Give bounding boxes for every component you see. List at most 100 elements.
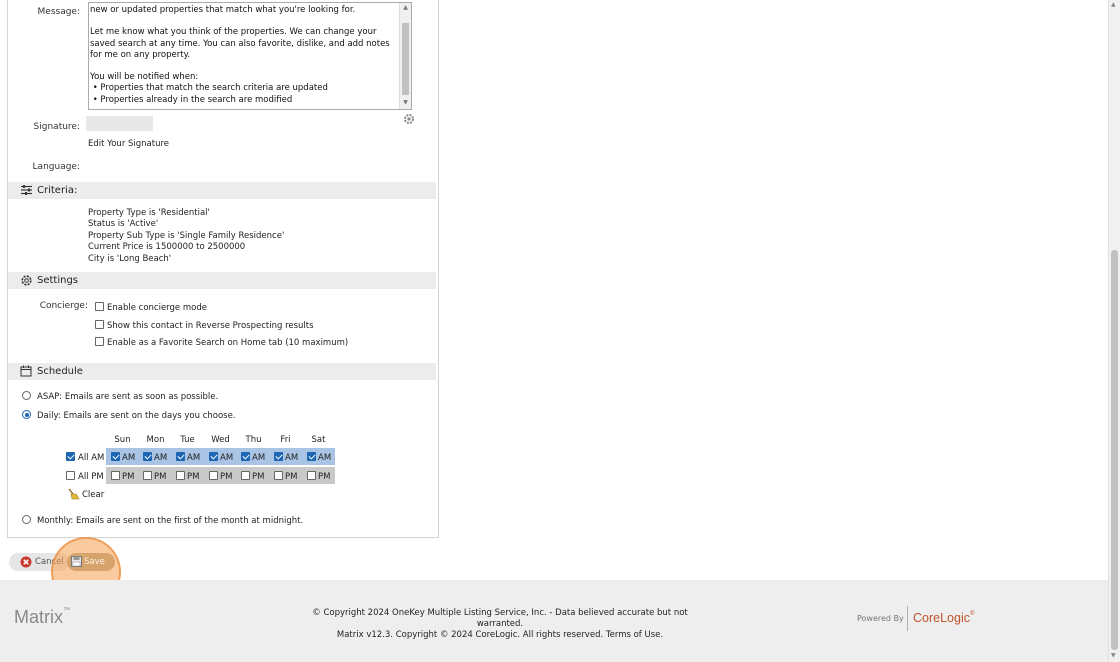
am-label: AM (187, 453, 201, 463)
scroll-up-icon[interactable]: ▲ (402, 4, 409, 11)
thu-pm-checkbox[interactable] (241, 471, 250, 480)
monthly-label: Monthly: Emails are sent on the first of… (37, 516, 304, 526)
scroll-down-icon[interactable]: ▼ (402, 99, 409, 106)
am-label: AM (252, 453, 266, 463)
corelogic-logo: CoreLogic® (913, 611, 974, 625)
day-header-sat: Sat (311, 435, 326, 445)
am-label: AM (318, 453, 332, 463)
pm-label: PM (252, 472, 265, 482)
copyright-line-2: Matrix v12.3. Copyright © 2024 CoreLogic… (336, 630, 604, 640)
edit-signature-link[interactable]: Edit Your Signature (88, 139, 169, 149)
cancel-icon (20, 556, 32, 568)
fri-am-checkbox[interactable] (274, 452, 283, 461)
criteria-title: Criteria: (37, 185, 78, 196)
schedule-title: Schedule (37, 366, 83, 377)
tue-am-checkbox[interactable] (176, 452, 185, 461)
asap-radio[interactable] (22, 391, 31, 400)
criteria-line: Property Sub Type is 'Single Family Resi… (88, 230, 285, 241)
sliders-icon (21, 185, 32, 195)
daily-radio[interactable] (22, 410, 31, 419)
pm-label: PM (285, 472, 298, 482)
day-header-wed: Wed (211, 435, 230, 445)
message-scrollbar[interactable]: ▲ ▼ (399, 3, 411, 109)
pm-label: PM (187, 472, 200, 482)
monthly-radio[interactable] (22, 515, 31, 524)
day-header-mon: Mon (146, 435, 165, 445)
matrix-logo-text: Matrix (14, 607, 63, 627)
pm-label: PM (122, 472, 135, 482)
enable-concierge-checkbox[interactable] (95, 302, 104, 311)
criteria-section-header: Criteria: (8, 182, 436, 199)
criteria-line: Status is 'Active' (88, 219, 159, 230)
scroll-down-icon[interactable]: ▼ (1111, 652, 1116, 659)
asap-label: ASAP: Emails are sent as soon as possibl… (37, 392, 219, 402)
all-pm-label: All PM (78, 472, 104, 482)
wed-am-checkbox[interactable] (209, 452, 218, 461)
am-label: AM (154, 453, 168, 463)
powered-by-label: Powered By (857, 614, 904, 623)
wed-pm-checkbox[interactable] (209, 471, 218, 480)
sat-pm-checkbox[interactable] (307, 471, 316, 480)
pm-label: PM (220, 472, 233, 482)
pm-label: PM (154, 472, 167, 482)
pm-label: PM (318, 472, 331, 482)
daily-label: Daily: Emails are sent on the days you c… (37, 411, 236, 421)
all-pm-checkbox[interactable] (66, 471, 75, 480)
message-text: new or updated properties that match wha… (90, 5, 390, 105)
page-scroll-thumb[interactable] (1111, 250, 1118, 650)
mon-pm-checkbox[interactable] (143, 471, 152, 480)
registered-mark: ® (969, 611, 975, 617)
reverse-prospecting-checkbox[interactable] (95, 320, 104, 329)
thu-am-checkbox[interactable] (241, 452, 250, 461)
all-am-checkbox[interactable] (66, 452, 75, 461)
day-header-tue: Tue (180, 435, 195, 445)
floppy-disk-icon (71, 556, 82, 567)
settings-title: Settings (37, 275, 79, 286)
signature-label: Signature: (33, 122, 80, 132)
day-header-sun: Sun (114, 435, 131, 445)
am-label: AM (122, 453, 136, 463)
matrix-logo: Matrix™ (14, 607, 70, 628)
page-scrollbar[interactable]: ▲ ▼ (1108, 0, 1120, 662)
criteria-line: City is 'Long Beach' (88, 253, 172, 264)
save-label: Save (84, 557, 105, 567)
message-textarea[interactable]: new or updated properties that match wha… (88, 2, 412, 110)
am-label: AM (220, 453, 234, 463)
schedule-section-header: Schedule (8, 363, 436, 380)
footer: Matrix™ © Copyright 2024 OneKey Multiple… (0, 580, 1108, 662)
copyright-block: © Copyright 2024 OneKey Multiple Listing… (290, 608, 710, 641)
save-button[interactable]: Save (67, 553, 115, 571)
clear-link[interactable]: Clear (82, 490, 104, 500)
concierge-label: Concierge: (39, 301, 88, 311)
enable-concierge-label: Enable concierge mode (107, 303, 207, 313)
footer-divider (907, 606, 908, 631)
favorite-search-checkbox[interactable] (95, 337, 104, 346)
corelogic-logo-text: CoreLogic (913, 611, 970, 625)
criteria-line: Property Type is 'Residential' (88, 208, 210, 218)
settings-section-header: Settings (8, 272, 436, 289)
day-header-fri: Fri (280, 435, 291, 445)
gear-icon[interactable] (403, 113, 415, 128)
copyright-line-1: © Copyright 2024 OneKey Multiple Listing… (312, 608, 688, 629)
broom-icon[interactable] (67, 488, 80, 503)
reverse-prospecting-label: Show this contact in Reverse Prospecting… (107, 321, 314, 331)
criteria-list: Property Type is 'Residential' Status is… (88, 208, 284, 265)
criteria-line: Current Price is 1500000 to 2500000 (88, 242, 246, 253)
gear-icon (21, 275, 32, 286)
favorite-search-label: Enable as a Favorite Search on Home tab … (107, 338, 349, 348)
day-header-thu: Thu (245, 435, 262, 445)
message-scroll-thumb[interactable] (402, 23, 409, 95)
trademark-mark: ™ (63, 607, 70, 614)
scroll-up-icon[interactable]: ▲ (1111, 1, 1116, 8)
calendar-icon (20, 365, 32, 377)
am-label: AM (285, 453, 299, 463)
tue-pm-checkbox[interactable] (176, 471, 185, 480)
sat-am-checkbox[interactable] (307, 452, 316, 461)
terms-of-use-link[interactable]: Terms of Use. (606, 630, 663, 640)
sun-am-checkbox[interactable] (111, 452, 120, 461)
all-am-label: All AM (78, 453, 105, 463)
fri-pm-checkbox[interactable] (274, 471, 283, 480)
mon-am-checkbox[interactable] (143, 452, 152, 461)
message-label: Message: (37, 7, 80, 17)
sun-pm-checkbox[interactable] (111, 471, 120, 480)
